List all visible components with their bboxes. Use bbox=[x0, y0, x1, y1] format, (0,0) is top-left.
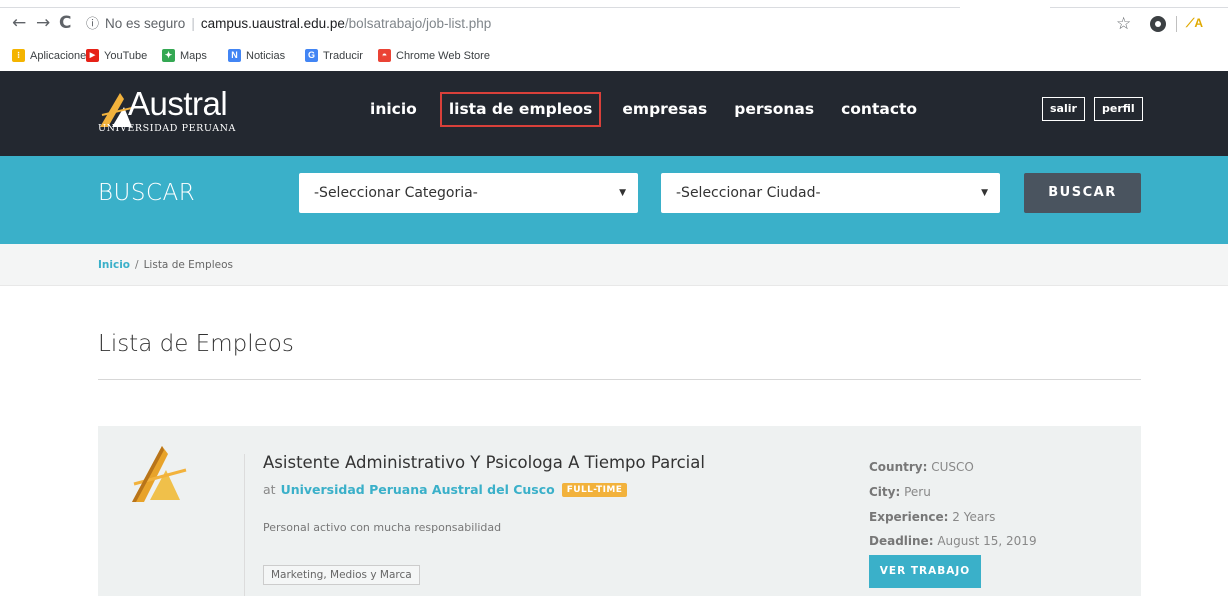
nav-personas[interactable]: personas bbox=[734, 100, 814, 127]
browser-chrome: ← → C ⓘ No es seguro | campus.uaustral.edu.… bbox=[0, 0, 1228, 46]
main-nav: inicio lista de empleos empresas persona… bbox=[370, 92, 917, 127]
maps-icon: ✦ bbox=[162, 49, 175, 62]
url-divider: | bbox=[191, 16, 195, 31]
experience-label: Experience: bbox=[869, 510, 949, 524]
breadcrumb-separator: / bbox=[135, 259, 139, 271]
web-store-icon: ◓ bbox=[378, 49, 391, 62]
breadcrumb-current: Lista de Empleos bbox=[143, 259, 233, 271]
ver-trabajo-button[interactable]: VER TRABAJO bbox=[869, 555, 981, 588]
city-label: City: bbox=[869, 485, 901, 499]
job-at-label: at bbox=[263, 482, 276, 497]
job-company-link[interactable]: Universidad Peruana Austral del Cusco bbox=[281, 482, 555, 497]
job-deadline: Deadline: August 15, 2019 bbox=[869, 534, 1037, 548]
country-value: CUSCO bbox=[931, 460, 974, 474]
back-icon[interactable]: ← bbox=[12, 14, 26, 32]
apps-icon: ⁝ bbox=[12, 49, 25, 62]
site-header: Austral UNIVERSIDAD PERUANA inicio lista… bbox=[0, 71, 1228, 156]
youtube-icon: ▶ bbox=[86, 49, 99, 62]
city-select-value: -Seleccionar Ciudad- bbox=[676, 185, 821, 201]
bookmark-label: Traducir bbox=[323, 49, 363, 62]
profile-extension-icon[interactable]: ⟋A bbox=[1186, 16, 1203, 31]
tab-strip bbox=[0, 0, 1228, 8]
extension-icon[interactable] bbox=[1150, 16, 1166, 32]
buscar-button[interactable]: BUSCAR bbox=[1024, 173, 1141, 213]
reload-icon[interactable]: C bbox=[59, 14, 71, 32]
info-icon[interactable]: ⓘ bbox=[86, 17, 99, 32]
country-label: Country: bbox=[869, 460, 928, 474]
breadcrumb-home-link[interactable]: Inicio bbox=[98, 259, 130, 271]
job-description: Personal activo con mucha responsabilida… bbox=[263, 521, 502, 534]
bookmark-noticias[interactable]: N Noticias bbox=[228, 49, 285, 62]
job-type-badge: FULL-TIME bbox=[561, 482, 628, 497]
chevron-down-icon: ▼ bbox=[981, 188, 988, 198]
job-company-row: at Universidad Peruana Austral del Cusco… bbox=[263, 482, 628, 497]
bookmark-label: Chrome Web Store bbox=[396, 49, 490, 62]
city-value: Peru bbox=[904, 485, 931, 499]
bookmarks-bar: ⁝ Aplicaciones ▶ YouTube ✦ Maps N Notici… bbox=[0, 48, 1228, 66]
job-category-tag[interactable]: Marketing, Medios y Marca bbox=[263, 565, 420, 585]
url-host: campus.uaustral.edu.pe bbox=[200, 16, 345, 31]
bookmark-maps[interactable]: ✦ Maps bbox=[162, 49, 207, 62]
category-select-value: -Seleccionar Categoria- bbox=[314, 185, 478, 201]
job-title[interactable]: Asistente Administrativo Y Psicologa A T… bbox=[263, 453, 705, 472]
bookmark-label: Aplicaciones bbox=[30, 49, 92, 62]
search-bar: BUSCAR -Seleccionar Categoria- ▼ -Selecc… bbox=[0, 156, 1228, 244]
security-label: No es seguro bbox=[105, 16, 186, 31]
category-select[interactable]: -Seleccionar Categoria- ▼ bbox=[299, 173, 638, 213]
company-logo-icon[interactable] bbox=[128, 440, 188, 506]
card-divider bbox=[244, 454, 245, 596]
search-title: BUSCAR bbox=[98, 180, 196, 206]
bookmark-apps[interactable]: ⁝ Aplicaciones bbox=[12, 49, 92, 62]
experience-value: 2 Years bbox=[952, 510, 996, 524]
title-divider bbox=[98, 379, 1141, 380]
tab-strip-line bbox=[0, 7, 960, 8]
bookmark-traducir[interactable]: G Traducir bbox=[305, 49, 363, 62]
news-icon: N bbox=[228, 49, 241, 62]
bookmark-youtube[interactable]: ▶ YouTube bbox=[86, 49, 147, 62]
job-card: Asistente Administrativo Y Psicologa A T… bbox=[98, 426, 1141, 596]
url-path: /bolsatrabajo/job-list.php bbox=[344, 16, 492, 31]
tab-strip-line bbox=[1050, 7, 1228, 8]
chevron-down-icon: ▼ bbox=[619, 188, 626, 198]
nav-inicio[interactable]: inicio bbox=[370, 100, 417, 127]
bookmark-label: Maps bbox=[180, 49, 207, 62]
nav-contacto[interactable]: contacto bbox=[841, 100, 917, 127]
translate-icon: G bbox=[305, 49, 318, 62]
salir-button[interactable]: salir bbox=[1042, 97, 1085, 121]
bookmark-label: Noticias bbox=[246, 49, 286, 62]
deadline-value: August 15, 2019 bbox=[937, 534, 1037, 548]
page-title: Lista de Empleos bbox=[98, 331, 294, 357]
austral-logo[interactable]: Austral UNIVERSIDAD PERUANA bbox=[98, 83, 258, 139]
bookmark-label: YouTube bbox=[104, 49, 148, 62]
forward-icon[interactable]: → bbox=[36, 14, 50, 32]
nav-lista-de-empleos[interactable]: lista de empleos bbox=[439, 92, 602, 127]
job-country: Country: CUSCO bbox=[869, 460, 974, 474]
job-experience: Experience: 2 Years bbox=[869, 510, 995, 524]
browser-toolbar: ← → C ⓘ No es seguro | campus.uaustral.edu.… bbox=[0, 10, 1228, 38]
breadcrumb-bar: Inicio / Lista de Empleos bbox=[0, 244, 1228, 286]
nav-empresas[interactable]: empresas bbox=[622, 100, 707, 127]
address-bar[interactable]: ⓘ No es seguro | campus.uaustral.edu.pe/bol… bbox=[86, 11, 1106, 37]
logo-wordmark: Austral bbox=[128, 85, 228, 122]
bookmark-chrome-web-store[interactable]: ◓ Chrome Web Store bbox=[378, 49, 490, 62]
city-select[interactable]: -Seleccionar Ciudad- ▼ bbox=[661, 173, 1000, 213]
logo-subtitle: UNIVERSIDAD PERUANA bbox=[98, 123, 237, 134]
toolbar-divider bbox=[1176, 16, 1177, 32]
bookmark-star-icon[interactable]: ☆ bbox=[1116, 14, 1131, 34]
breadcrumb: Inicio / Lista de Empleos bbox=[98, 259, 233, 271]
job-city: City: Peru bbox=[869, 485, 931, 499]
deadline-label: Deadline: bbox=[869, 534, 934, 548]
perfil-button[interactable]: perfil bbox=[1094, 97, 1143, 121]
